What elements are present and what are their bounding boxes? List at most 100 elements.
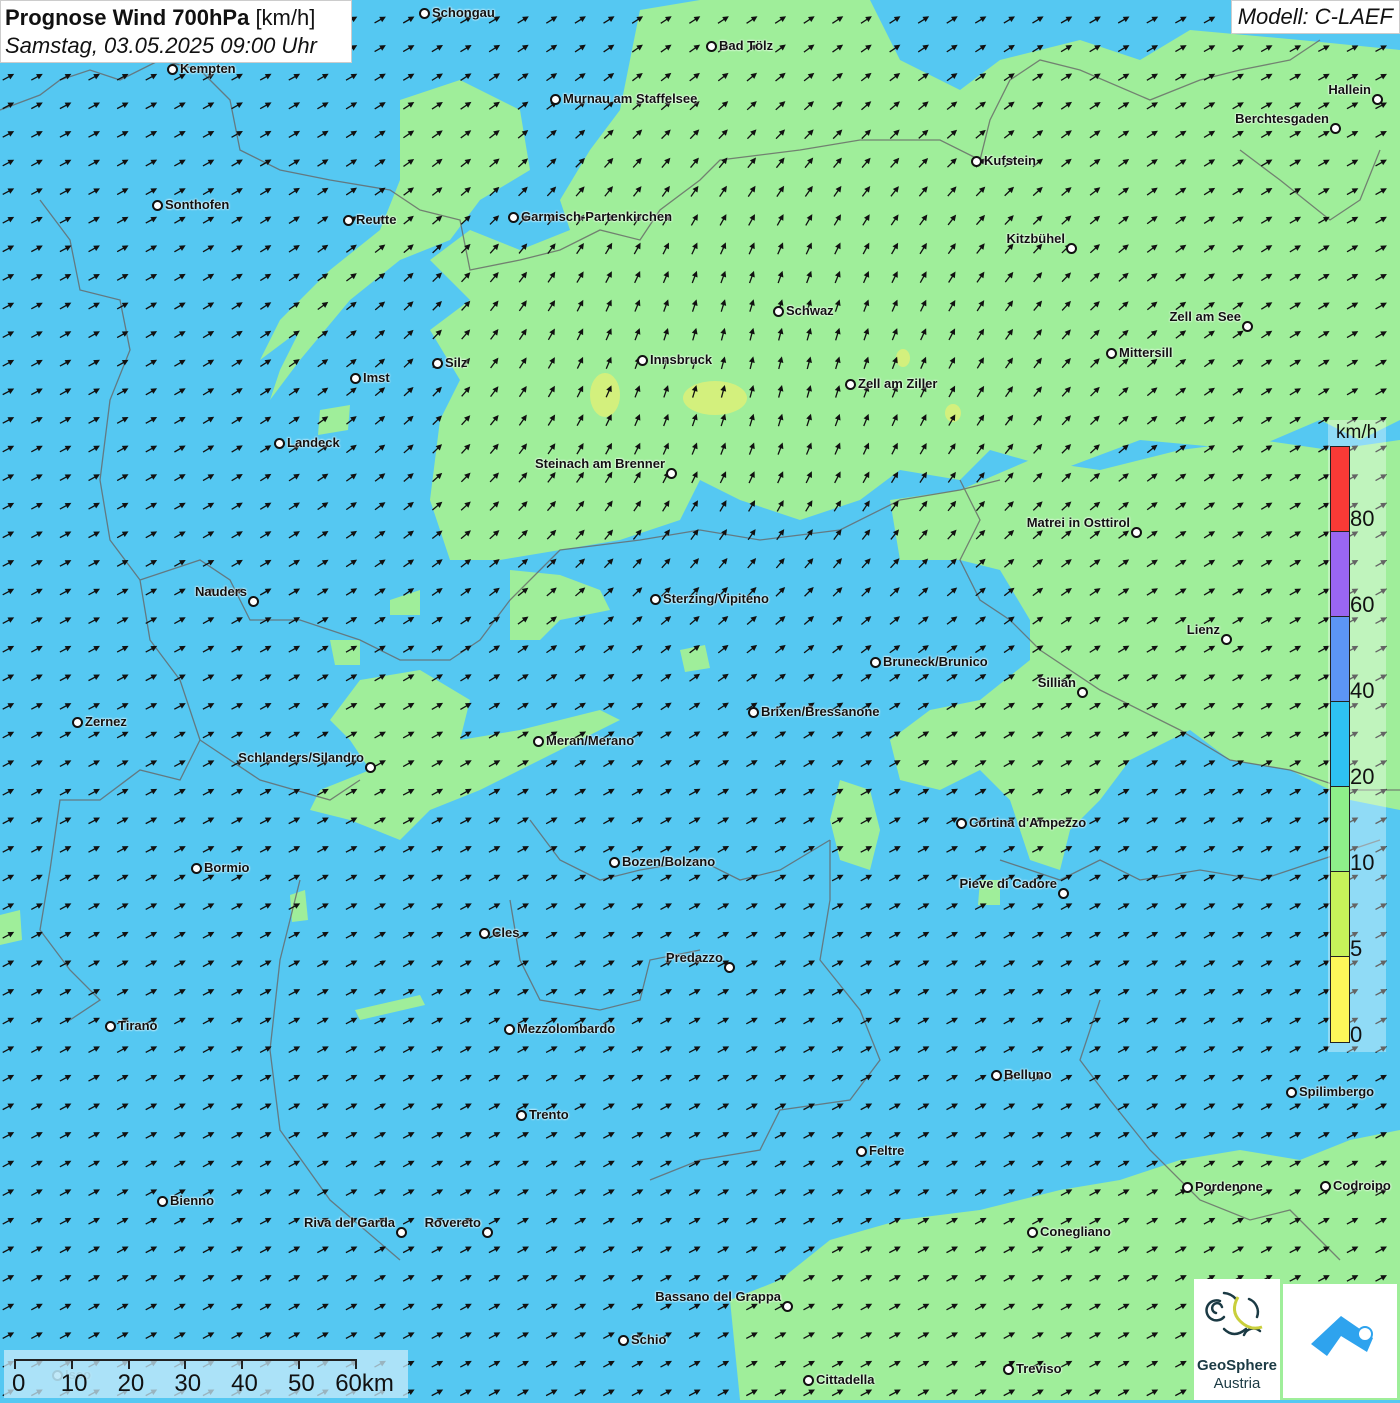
city-marker[interactable] (803, 1375, 814, 1386)
city-label[interactable]: Sonthofen (165, 197, 229, 212)
city-label[interactable]: Sterzing/Vipiteno (663, 591, 769, 606)
city-marker[interactable] (72, 717, 83, 728)
city-label[interactable]: Zell am See (1169, 309, 1241, 324)
city-label[interactable]: Feltre (869, 1143, 904, 1158)
city-marker[interactable] (167, 64, 178, 75)
city-marker[interactable] (516, 1110, 527, 1121)
city-label[interactable]: Pieve di Cadore (959, 876, 1057, 891)
city-label[interactable]: Bienno (170, 1193, 214, 1208)
city-label[interactable]: Imst (363, 370, 390, 385)
geosphere-austria-logo[interactable]: GeoSphere Austria (1194, 1279, 1280, 1400)
city-marker[interactable] (152, 200, 163, 211)
city-marker[interactable] (504, 1024, 515, 1035)
city-label[interactable]: Zernez (85, 714, 127, 729)
city-label[interactable]: Cortina d'Ampezzo (969, 815, 1086, 830)
city-label[interactable]: Cles (492, 925, 519, 940)
city-label[interactable]: Meran/Merano (546, 733, 634, 748)
city-label[interactable]: Garmisch-Partenkirchen (521, 209, 672, 224)
city-marker[interactable] (1330, 123, 1341, 134)
city-marker[interactable] (350, 373, 361, 384)
city-marker[interactable] (870, 657, 881, 668)
city-label[interactable]: Berchtesgaden (1235, 111, 1329, 126)
city-marker[interactable] (1286, 1087, 1297, 1098)
city-marker[interactable] (1066, 243, 1077, 254)
city-label[interactable]: Bozen/Bolzano (622, 854, 715, 869)
city-label[interactable]: Bormio (204, 860, 250, 875)
city-label[interactable]: Mittersill (1119, 345, 1172, 360)
city-label[interactable]: Bad Tölz (719, 38, 773, 53)
city-label[interactable]: Bruneck/Brunico (883, 654, 988, 669)
city-label[interactable]: Mezzolombardo (517, 1021, 615, 1036)
city-label[interactable]: Silz (445, 355, 467, 370)
city-label[interactable]: Cittadella (816, 1372, 875, 1387)
city-label[interactable]: Kempten (180, 61, 236, 76)
city-label[interactable]: Hallein (1328, 82, 1371, 97)
city-marker[interactable] (550, 94, 561, 105)
city-marker[interactable] (479, 928, 490, 939)
city-marker[interactable] (1372, 94, 1383, 105)
city-marker[interactable] (618, 1335, 629, 1346)
city-label[interactable]: Schongau (432, 5, 495, 20)
city-label[interactable]: Matrei in Osttirol (1027, 515, 1130, 530)
city-label[interactable]: Murnau am Staffelsee (563, 91, 697, 106)
city-label[interactable]: Sillian (1038, 675, 1076, 690)
city-marker[interactable] (637, 355, 648, 366)
city-marker[interactable] (1077, 687, 1088, 698)
city-marker[interactable] (782, 1301, 793, 1312)
city-marker[interactable] (1106, 348, 1117, 359)
city-marker[interactable] (533, 736, 544, 747)
city-label[interactable]: Zell am Ziller (858, 376, 937, 391)
city-marker[interactable] (432, 358, 443, 369)
city-label[interactable]: Tirano (118, 1018, 158, 1033)
city-label[interactable]: Predazzo (666, 950, 723, 965)
city-marker[interactable] (991, 1070, 1002, 1081)
city-marker[interactable] (666, 468, 677, 479)
city-marker[interactable] (1003, 1364, 1014, 1375)
city-label[interactable]: Kufstein (984, 153, 1036, 168)
city-marker[interactable] (706, 41, 717, 52)
city-marker[interactable] (482, 1227, 493, 1238)
city-label[interactable]: Schio (631, 1332, 666, 1347)
city-marker[interactable] (845, 379, 856, 390)
city-label[interactable]: Innsbruck (650, 352, 712, 367)
app-logo[interactable] (1283, 1284, 1397, 1398)
city-label[interactable]: Spilimbergo (1299, 1084, 1374, 1099)
city-marker[interactable] (343, 215, 354, 226)
city-marker[interactable] (248, 596, 259, 607)
city-marker[interactable] (419, 8, 430, 19)
city-label[interactable]: Trento (529, 1107, 569, 1122)
city-marker[interactable] (773, 306, 784, 317)
city-marker[interactable] (1242, 321, 1253, 332)
city-marker[interactable] (609, 857, 620, 868)
city-marker[interactable] (191, 863, 202, 874)
city-label[interactable]: Reutte (356, 212, 396, 227)
city-label[interactable]: Steinach am Brenner (535, 456, 665, 471)
city-label[interactable]: Belluno (1004, 1067, 1052, 1082)
city-marker[interactable] (274, 438, 285, 449)
city-marker[interactable] (856, 1146, 867, 1157)
city-marker[interactable] (157, 1196, 168, 1207)
city-marker[interactable] (508, 212, 519, 223)
city-marker[interactable] (1221, 634, 1232, 645)
city-marker[interactable] (365, 762, 376, 773)
city-marker[interactable] (971, 156, 982, 167)
city-marker[interactable] (956, 818, 967, 829)
city-marker[interactable] (1058, 888, 1069, 899)
city-label[interactable]: Riva del Garda (304, 1215, 395, 1230)
city-marker[interactable] (105, 1021, 116, 1032)
city-label[interactable]: Treviso (1016, 1361, 1062, 1376)
city-marker[interactable] (396, 1227, 407, 1238)
city-marker[interactable] (724, 962, 735, 973)
city-label[interactable]: Schwaz (786, 303, 834, 318)
city-marker[interactable] (1027, 1227, 1038, 1238)
city-label[interactable]: Pordenone (1195, 1179, 1263, 1194)
city-label[interactable]: Brixen/Bressanone (761, 704, 880, 719)
city-label[interactable]: Nauders (195, 584, 247, 599)
city-label[interactable]: Schlanders/Silandro (238, 750, 364, 765)
city-marker[interactable] (748, 707, 759, 718)
city-marker[interactable] (1182, 1182, 1193, 1193)
city-label[interactable]: Kitzbühel (1007, 231, 1066, 246)
city-label[interactable]: Conegliano (1040, 1224, 1111, 1239)
city-label[interactable]: Lienz (1187, 622, 1220, 637)
city-label[interactable]: Rovereto (425, 1215, 481, 1230)
